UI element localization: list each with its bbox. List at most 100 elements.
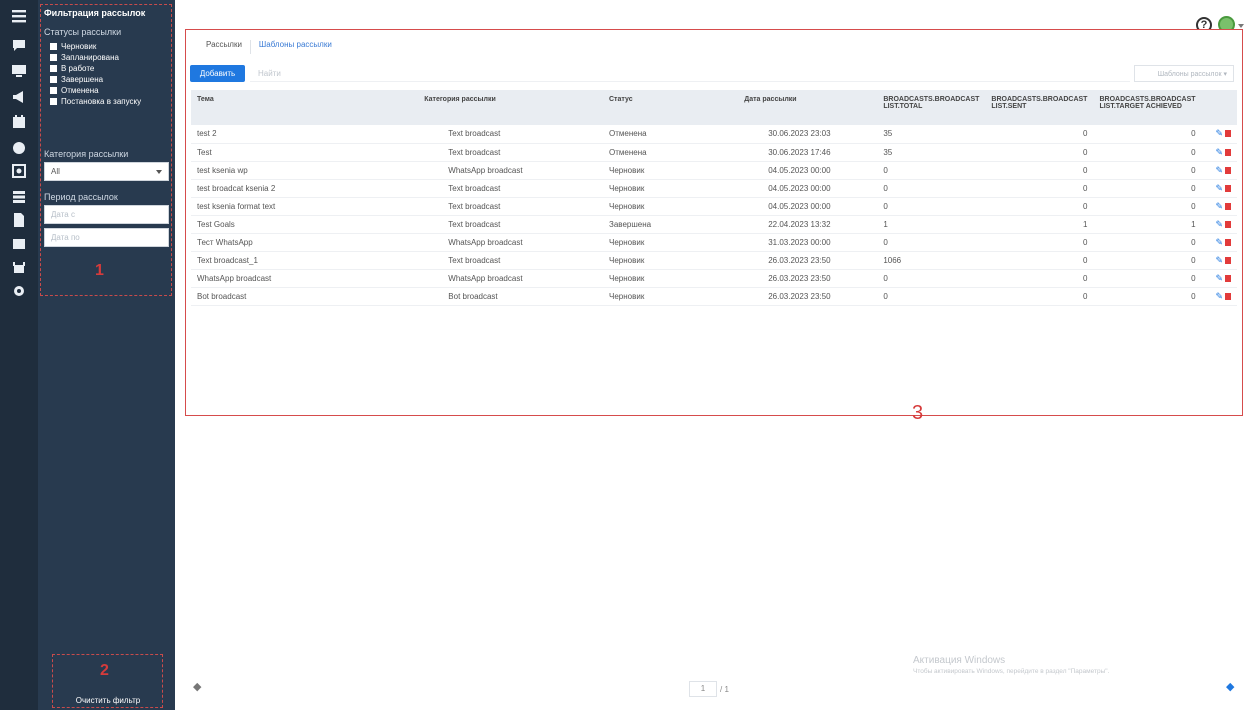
table-cell-category: WhatsApp broadcast	[418, 269, 603, 288]
table-cell-date: 22.04.2023 13:32	[738, 215, 878, 234]
app-root: Фильтрация рассылок Статусы рассылки Чер…	[0, 0, 1258, 710]
delete-icon[interactable]	[1225, 256, 1231, 264]
delete-icon[interactable]	[1225, 202, 1231, 210]
delete-icon[interactable]	[1225, 130, 1231, 138]
edit-icon[interactable]: ✎	[1215, 273, 1223, 283]
pagination: 1 / 1	[689, 681, 729, 697]
column-header[interactable]: Статус	[603, 90, 739, 125]
table-cell-status: Черновик	[603, 233, 739, 252]
column-header[interactable]: Тема	[191, 90, 419, 125]
document-icon[interactable]	[8, 209, 30, 231]
chevron-down-icon[interactable]	[1238, 24, 1244, 28]
scroll-left-icon[interactable]: ◆	[193, 680, 201, 693]
table-cell-topic: Test Goals	[191, 215, 419, 234]
screen-icon[interactable]	[8, 160, 30, 182]
table-row[interactable]: test broadcat ksenia 2 Text broadcast Черн…	[191, 179, 1237, 198]
table-cell-target: 0	[1093, 251, 1202, 270]
row-actions: ✎	[1201, 143, 1237, 162]
table-cell-target: 1	[1093, 215, 1202, 234]
delete-icon[interactable]	[1225, 274, 1231, 282]
table-cell-category: WhatsApp broadcast	[418, 233, 603, 252]
table-cell-target: 0	[1093, 269, 1202, 288]
tab-broadcasts[interactable]: Рассылки	[198, 40, 251, 54]
table-cell-status: Черновик	[603, 197, 739, 216]
edit-icon[interactable]: ✎	[1215, 219, 1223, 229]
row-actions: ✎	[1201, 179, 1237, 198]
table-cell-date: 31.03.2023 00:00	[738, 233, 878, 252]
clock-icon[interactable]	[8, 137, 30, 159]
megaphone-icon[interactable]	[8, 86, 30, 108]
table-icon[interactable]	[8, 233, 30, 255]
table-body: test 2 Text broadcast Отменена 30.06.2023 2…	[191, 125, 1237, 306]
delete-icon[interactable]	[1225, 148, 1231, 156]
table-row[interactable]: WhatsApp broadcast WhatsApp broadcast Черн…	[191, 269, 1237, 288]
menu-icon[interactable]	[8, 5, 30, 27]
delete-icon[interactable]	[1225, 292, 1231, 300]
table-row[interactable]: Text broadcast_1 Text broadcast Черновик 26…	[191, 251, 1237, 270]
row-actions: ✎	[1201, 215, 1237, 234]
chat-icon[interactable]	[8, 34, 30, 56]
table-cell-sent: 0	[985, 197, 1094, 216]
clear-filter-button[interactable]: Очистить фильтр	[52, 696, 164, 705]
search-input[interactable]: Найти	[250, 65, 1130, 82]
database-icon[interactable]	[8, 186, 30, 208]
windows-activation-watermark: Активация Windows Чтобы активировать Win…	[913, 655, 1110, 675]
table-cell-sent: 0	[985, 125, 1094, 144]
table-cell-target: 0	[1093, 233, 1202, 252]
table-cell-target: 0	[1093, 287, 1202, 306]
edit-icon[interactable]: ✎	[1215, 255, 1223, 265]
delete-icon[interactable]	[1225, 184, 1231, 192]
table-cell-topic: test 2	[191, 125, 419, 144]
column-header[interactable]: BROADCASTS.BROADCAST LIST.TOTAL	[877, 90, 986, 125]
add-button[interactable]: Добавить	[190, 65, 245, 82]
table-row[interactable]: Тест WhatsApp WhatsApp broadcast Черновик 3…	[191, 233, 1237, 252]
calendar-icon[interactable]	[8, 111, 30, 133]
edit-icon[interactable]: ✎	[1215, 165, 1223, 175]
row-actions: ✎	[1201, 233, 1237, 252]
column-header[interactable]: Дата рассылки	[738, 90, 878, 125]
robot-icon[interactable]	[8, 257, 30, 279]
edit-icon[interactable]: ✎	[1215, 237, 1223, 247]
table-cell-status: Отменена	[603, 125, 739, 144]
table-cell-category: Text broadcast	[418, 143, 603, 162]
table-cell-status: Черновик	[603, 269, 739, 288]
edit-icon[interactable]: ✎	[1215, 128, 1223, 138]
annotation-label-2: 2	[100, 662, 109, 679]
edit-icon[interactable]: ✎	[1215, 183, 1223, 193]
column-header[interactable]: BROADCASTS.BROADCAST LIST.SENT	[985, 90, 1094, 125]
scroll-right-icon[interactable]: ◆	[1226, 680, 1234, 693]
table-row[interactable]: Test Goals Text broadcast Завершена 22.04.2…	[191, 215, 1237, 234]
edit-icon[interactable]: ✎	[1215, 201, 1223, 211]
table-row[interactable]: test ksenia wp WhatsApp broadcast Черновик…	[191, 161, 1237, 180]
page-input[interactable]: 1	[689, 681, 717, 697]
annotation-label-1: 1	[95, 262, 104, 279]
table-cell-topic: Bot broadcast	[191, 287, 419, 306]
delete-icon[interactable]	[1225, 166, 1231, 174]
table-cell-sent: 1	[985, 215, 1094, 234]
delete-icon[interactable]	[1225, 220, 1231, 228]
tab-templates[interactable]: Шаблоны рассылки	[251, 40, 340, 54]
edit-icon[interactable]: ✎	[1215, 147, 1223, 157]
table-row[interactable]: test ksenia format text Text broadcast Чер…	[191, 197, 1237, 216]
table-row[interactable]: test 2 Text broadcast Отменена 30.06.2023 2…	[191, 125, 1237, 144]
column-header-actions	[1201, 90, 1237, 125]
monitor-icon[interactable]	[8, 60, 30, 82]
row-actions: ✎	[1201, 161, 1237, 180]
delete-icon[interactable]	[1225, 238, 1231, 246]
table-cell-status: Черновик	[603, 161, 739, 180]
column-header[interactable]: BROADCASTS.BROADCAST LIST.TARGET ACHIEVE…	[1093, 90, 1202, 125]
column-header[interactable]: Категория рассылки	[418, 90, 603, 125]
table-row[interactable]: Bot broadcast Bot broadcast Черновик 26.03.…	[191, 287, 1237, 306]
template-select[interactable]: Шаблоны рассылок ▾	[1134, 65, 1234, 82]
table-cell-total: 35	[877, 125, 986, 144]
table-cell-date: 30.06.2023 17:46	[738, 143, 878, 162]
page-total: / 1	[720, 684, 729, 694]
settings-icon[interactable]	[8, 280, 30, 302]
table-row[interactable]: Test Text broadcast Отменена 30.06.2023 17:…	[191, 143, 1237, 162]
table-cell-target: 0	[1093, 125, 1202, 144]
table-cell-category: Text broadcast	[418, 197, 603, 216]
table-cell-target: 0	[1093, 179, 1202, 198]
edit-icon[interactable]: ✎	[1215, 291, 1223, 301]
table-cell-total: 0	[877, 233, 986, 252]
table-cell-topic: Text broadcast_1	[191, 251, 419, 270]
